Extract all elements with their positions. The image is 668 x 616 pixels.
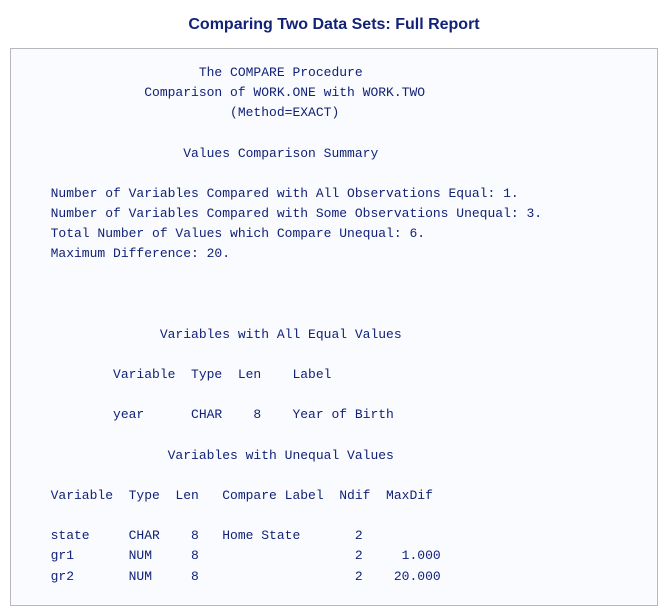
report-body: The COMPARE Procedure Comparison of WORK… [35,63,633,587]
page-title: Comparing Two Data Sets: Full Report [10,16,658,34]
report-container: The COMPARE Procedure Comparison of WORK… [10,48,658,606]
